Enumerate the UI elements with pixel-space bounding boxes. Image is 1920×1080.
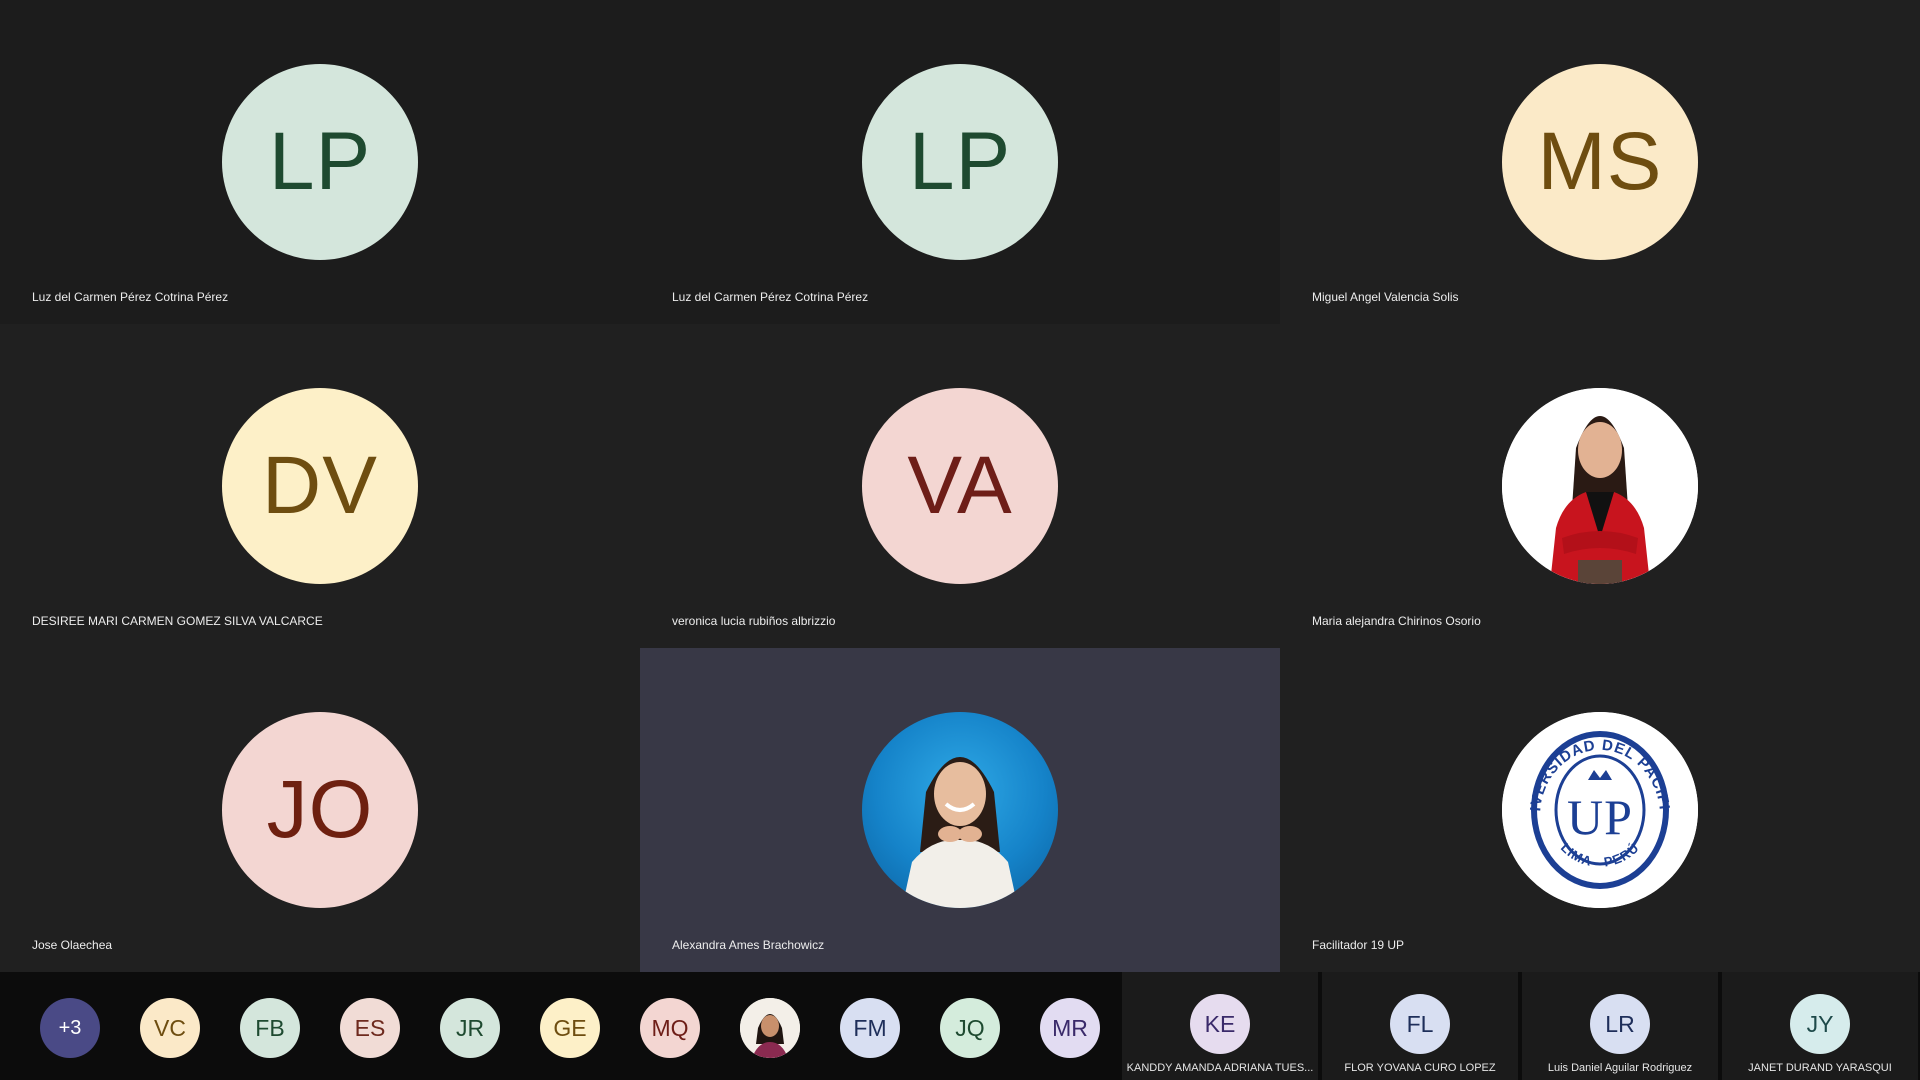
- participant-tile-small[interactable]: LR Luis Daniel Aguilar Rodriguez: [1522, 972, 1718, 1080]
- participant-tile[interactable]: Maria alejandra Chirinos Osorio: [1280, 324, 1920, 648]
- participant-name: DESIREE MARI CARMEN GOMEZ SILVA VALCARCE: [32, 614, 323, 628]
- participant-name: JANET DURAND YARASQUI: [1748, 1062, 1892, 1074]
- participant-tile[interactable]: VA veronica lucia rubiños albrizzio: [640, 324, 1280, 648]
- participant-avatar[interactable]: MQ: [640, 998, 700, 1058]
- participant-name: KANDDY AMANDA ADRIANA TUES...: [1126, 1062, 1314, 1074]
- avatar: LP: [222, 64, 418, 260]
- participant-avatar[interactable]: MR: [1040, 998, 1100, 1058]
- more-participants-button[interactable]: +3: [40, 998, 100, 1058]
- avatar: MS: [1502, 64, 1698, 260]
- participant-avatar[interactable]: GE: [540, 998, 600, 1058]
- participant-strip: +3 VC FB ES JR GE MQ FM JQ MR KE KANDDY …: [0, 972, 1920, 1080]
- participant-name: Luz del Carmen Pérez Cotrina Pérez: [672, 290, 869, 304]
- participant-tile[interactable]: DV DESIREE MARI CARMEN GOMEZ SILVA VALCA…: [0, 324, 640, 648]
- participant-tile-small[interactable]: JY JANET DURAND YARASQUI: [1722, 972, 1918, 1080]
- woman-blue-background-icon: [902, 757, 1018, 908]
- avatar: DV: [222, 388, 418, 584]
- avatar: VA: [862, 388, 1058, 584]
- video-grid: LP Luz del Carmen Pérez Cotrina Pérez LP…: [0, 0, 1920, 972]
- participant-avatar[interactable]: JQ: [940, 998, 1000, 1058]
- participant-avatar[interactable]: JR: [440, 998, 500, 1058]
- participant-avatar: JY: [1790, 994, 1850, 1054]
- universidad-del-pacifico-seal-icon: UNIVERSIDAD DEL PACIFICO LIMA - PERÚ UP: [1502, 712, 1698, 908]
- participant-avatar: KE: [1190, 994, 1250, 1054]
- participant-avatar[interactable]: ES: [340, 998, 400, 1058]
- avatar-photo: UNIVERSIDAD DEL PACIFICO LIMA - PERÚ UP: [1502, 712, 1698, 908]
- participant-avatar[interactable]: FB: [240, 998, 300, 1058]
- participant-tile[interactable]: UNIVERSIDAD DEL PACIFICO LIMA - PERÚ UP …: [1280, 648, 1920, 972]
- participant-name: veronica lucia rubiños albrizzio: [672, 614, 836, 628]
- participant-avatar[interactable]: FM: [840, 998, 900, 1058]
- participant-tile-small[interactable]: FL FLOR YOVANA CURO LOPEZ: [1322, 972, 1518, 1080]
- woman-red-blazer-icon: [1502, 388, 1698, 584]
- avatar: JO: [222, 712, 418, 908]
- participant-tile[interactable]: JO Jose Olaechea: [0, 648, 640, 972]
- participant-name: Maria alejandra Chirinos Osorio: [1312, 614, 1481, 628]
- participant-avatar: LR: [1590, 994, 1650, 1054]
- participant-name: FLOR YOVANA CURO LOPEZ: [1344, 1062, 1496, 1074]
- participant-tile[interactable]: LP Luz del Carmen Pérez Cotrina Pérez: [0, 0, 640, 324]
- participant-name: Luis Daniel Aguilar Rodriguez: [1547, 1062, 1693, 1074]
- participant-tile[interactable]: LP Luz del Carmen Pérez Cotrina Pérez: [640, 0, 1280, 324]
- participant-name: Luz del Carmen Pérez Cotrina Pérez: [32, 290, 229, 304]
- participant-avatar[interactable]: VC: [140, 998, 200, 1058]
- participant-name: Jose Olaechea: [32, 938, 113, 952]
- participant-name: Facilitador 19 UP: [1312, 938, 1405, 952]
- avatar: LP: [862, 64, 1058, 260]
- participant-name: Alexandra Ames Brachowicz: [672, 938, 825, 952]
- participant-tile[interactable]: MS Miguel Angel Valencia Solis: [1280, 0, 1920, 324]
- participant-tile-small[interactable]: KE KANDDY AMANDA ADRIANA TUES...: [1122, 972, 1318, 1080]
- participant-avatar-photo[interactable]: [740, 998, 800, 1058]
- avatar-photo: [862, 712, 1058, 908]
- participant-name: Miguel Angel Valencia Solis: [1312, 290, 1459, 304]
- woman-small-photo-icon: [740, 998, 800, 1058]
- svg-text:UP: UP: [1567, 789, 1633, 845]
- participant-avatar: FL: [1390, 994, 1450, 1054]
- avatar-photo: [1502, 388, 1698, 584]
- participant-tile-speaking[interactable]: Alexandra Ames Brachowicz: [640, 648, 1280, 972]
